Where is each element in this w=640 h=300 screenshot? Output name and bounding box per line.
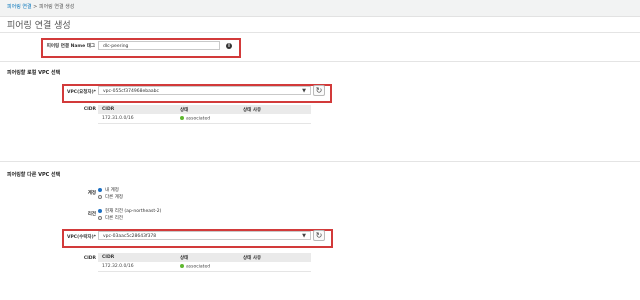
state-value: associated bbox=[186, 116, 211, 122]
local-vpc-section-title: 피어링할 로컬 VPC 선택 bbox=[7, 70, 61, 76]
accepter-vpc-select[interactable]: vpc-03aac5c28643f378 ▼ bbox=[98, 231, 311, 240]
breadcrumb-peering-link[interactable]: 피어링 연결 bbox=[7, 4, 32, 10]
accepter-cidr-label: CIDR bbox=[83, 256, 96, 261]
requester-cidr-label: CIDR bbox=[83, 107, 96, 112]
accepter-vpc-value: vpc-03aac5c28643f378 bbox=[103, 234, 157, 239]
breadcrumb-separator: > bbox=[31, 4, 39, 10]
column-header-cidr: CIDR bbox=[98, 105, 176, 114]
divider bbox=[0, 161, 640, 162]
accepter-cidr-table: CIDR 상태 상태 사유 172.32.0.0/16 associated bbox=[98, 253, 311, 272]
state-value: associated bbox=[186, 264, 211, 270]
name-tag-label: 피어링 연결 Name 태그 bbox=[46, 44, 95, 49]
status-ok-icon bbox=[180, 115, 184, 120]
column-header-reason: 상태 사유 bbox=[239, 253, 311, 262]
requester-vpc-select[interactable]: vpc-055cf374968ebaabc ▼ bbox=[98, 86, 311, 95]
page-title: 피어링 연결 생성 bbox=[7, 21, 71, 31]
region-label: 리전 bbox=[87, 212, 96, 217]
status-ok-icon bbox=[180, 263, 184, 268]
breadcrumb: 피어링 연결 > 피어링 연결 생성 bbox=[7, 3, 74, 10]
chevron-down-icon: ▼ bbox=[302, 233, 306, 239]
radio-other-account[interactable]: 다른 계정 bbox=[98, 194, 123, 200]
radio-other-region[interactable]: 다른 리전 bbox=[98, 215, 123, 221]
requester-cidr-table: CIDR 상태 상태 사유 172.31.0.0/16 associated bbox=[98, 105, 311, 124]
cidr-value: 172.32.0.0/16 bbox=[98, 262, 176, 272]
divider bbox=[0, 32, 640, 33]
state-cell: associated bbox=[176, 114, 239, 124]
divider bbox=[0, 61, 640, 62]
column-header-state: 상태 bbox=[176, 253, 239, 262]
reason-value bbox=[239, 262, 311, 272]
top-bar bbox=[0, 0, 640, 17]
column-header-cidr: CIDR bbox=[98, 253, 176, 262]
other-vpc-section-title: 피어링할 다른 VPC 선택 bbox=[7, 172, 61, 178]
name-tag-input[interactable]: dlc-peering bbox=[98, 41, 220, 50]
accepter-vpc-label: VPC(수락자)* bbox=[67, 235, 96, 240]
radio-current-region[interactable]: 현재 리전 (ap-northeast-2) bbox=[98, 208, 161, 214]
radio-my-account[interactable]: 내 계정 bbox=[98, 187, 119, 193]
refresh-icon[interactable]: ↻ bbox=[313, 85, 325, 96]
table-row: 172.31.0.0/16 associated bbox=[98, 114, 311, 124]
cidr-value: 172.31.0.0/16 bbox=[98, 114, 176, 124]
radio-unselected-icon bbox=[98, 194, 102, 199]
radio-selected-icon bbox=[98, 187, 102, 192]
column-header-reason: 상태 사유 bbox=[239, 105, 311, 114]
reason-value bbox=[239, 114, 311, 124]
radio-other-account-label: 다른 계정 bbox=[105, 195, 123, 200]
radio-selected-icon bbox=[98, 208, 102, 213]
radio-unselected-icon bbox=[98, 215, 102, 220]
radio-other-region-label: 다른 리전 bbox=[105, 216, 123, 221]
requester-vpc-value: vpc-055cf374968ebaabc bbox=[103, 89, 159, 94]
radio-current-region-label: 현재 리전 (ap-northeast-2) bbox=[105, 209, 162, 214]
info-icon[interactable]: i bbox=[226, 43, 232, 49]
refresh-icon[interactable]: ↻ bbox=[313, 230, 325, 241]
chevron-down-icon: ▼ bbox=[302, 88, 306, 94]
account-label: 계정 bbox=[87, 191, 96, 196]
state-cell: associated bbox=[176, 262, 239, 272]
column-header-state: 상태 bbox=[176, 105, 239, 114]
radio-my-account-label: 내 계정 bbox=[105, 188, 119, 193]
breadcrumb-current: 피어링 연결 생성 bbox=[38, 4, 75, 10]
table-row: 172.32.0.0/16 associated bbox=[98, 262, 311, 272]
requester-vpc-label: VPC(요청자)* bbox=[67, 90, 96, 95]
